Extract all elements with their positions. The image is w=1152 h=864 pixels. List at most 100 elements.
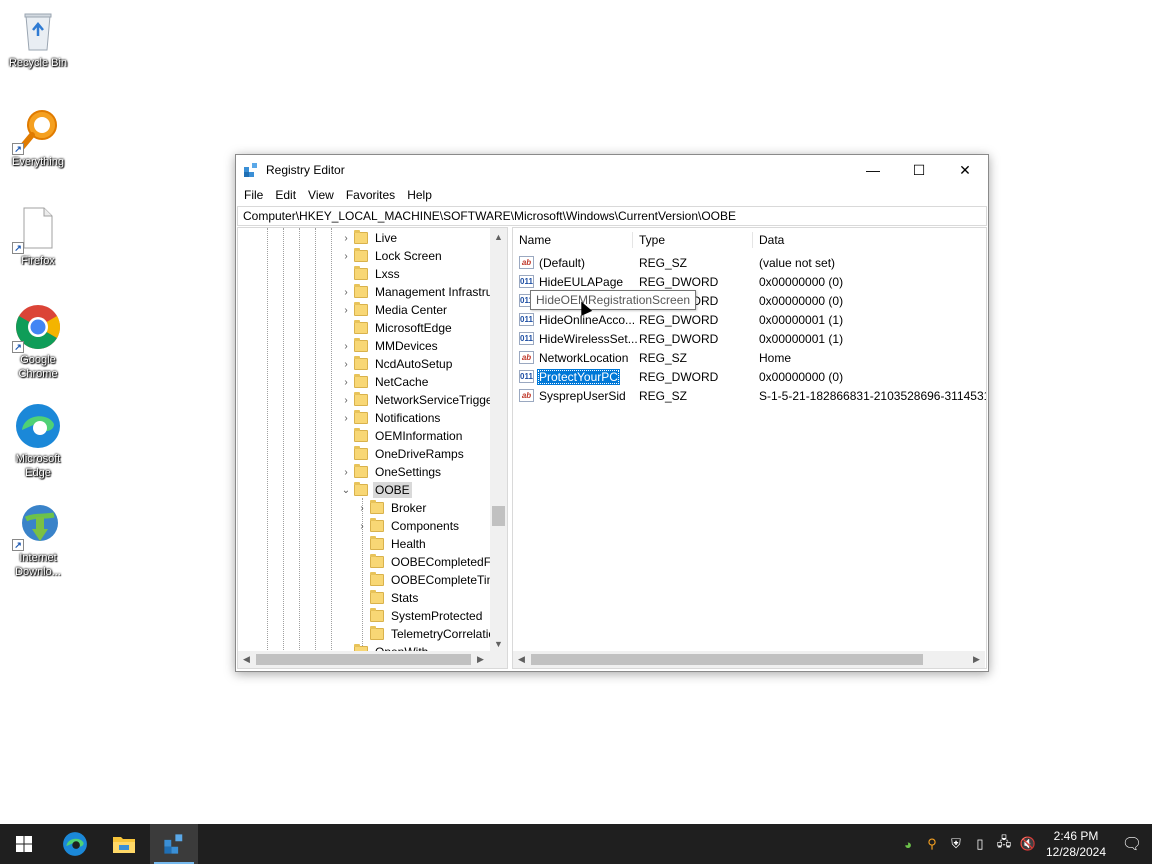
desktop-icon-microsoft-edge[interactable]: Microsoft Edge bbox=[4, 402, 72, 480]
tree-item[interactable]: › Notifications bbox=[340, 409, 442, 427]
title-bar[interactable]: Registry Editor — ☐ ✕ bbox=[236, 155, 988, 185]
chevron-right-icon[interactable]: › bbox=[340, 359, 352, 370]
value-data: (value not set) bbox=[759, 255, 836, 270]
chevron-right-icon[interactable]: › bbox=[340, 413, 352, 424]
tree-item[interactable]: Lxss bbox=[340, 265, 402, 283]
chevron-right-icon[interactable]: › bbox=[356, 503, 368, 514]
desktop-icon-label: Microsoft Edge bbox=[15, 453, 61, 479]
tree-item[interactable]: OOBECompletedFo bbox=[356, 553, 491, 571]
scroll-thumb[interactable] bbox=[492, 506, 505, 526]
tree-item[interactable]: TelemetryCorrelatio bbox=[356, 625, 491, 643]
chevron-right-icon[interactable]: › bbox=[340, 395, 352, 406]
chevron-right-icon[interactable]: › bbox=[340, 233, 352, 244]
column-header-label: Name bbox=[519, 233, 552, 247]
tree-item[interactable]: Health bbox=[356, 535, 428, 553]
tree-item[interactable]: › Components bbox=[356, 517, 461, 535]
tree-item[interactable]: › NetCache bbox=[340, 373, 430, 391]
usb-device-icon[interactable]: ▯ bbox=[968, 824, 992, 864]
desktop-icon-firefox[interactable]: ↗ Firefox bbox=[4, 204, 72, 268]
folder-icon bbox=[354, 248, 368, 262]
value-type: REG_DWORD bbox=[639, 369, 719, 384]
tree-item[interactable]: › OneSettings bbox=[340, 463, 443, 481]
tree-item-label: Health bbox=[391, 537, 426, 551]
string-value-icon: ab bbox=[519, 351, 534, 364]
everything-tray-icon[interactable]: ⚲ bbox=[920, 824, 944, 864]
tree-item[interactable]: › NetworkServiceTrigge bbox=[340, 391, 491, 409]
scroll-thumb[interactable] bbox=[531, 654, 923, 665]
value-row[interactable]: 011 ProtectYourPC REG_DWORD 0x00000000 (0) bbox=[513, 367, 985, 386]
desktop-icon-internet-download-manager[interactable]: ↗ Internet Downlo... bbox=[4, 501, 72, 579]
volume-muted-icon[interactable]: 🔇 bbox=[1016, 824, 1040, 864]
list-horizontal-scrollbar[interactable]: ◀ ▶ bbox=[513, 651, 985, 668]
edge-icon bbox=[14, 402, 62, 450]
start-button[interactable] bbox=[0, 824, 48, 864]
value-row[interactable]: 011 HideWirelessSet... REG_DWORD 0x00000001… bbox=[513, 329, 985, 348]
key-tree-pane[interactable]: › Live › Lock Screen Lxss › Management Infrast… bbox=[237, 227, 508, 669]
scroll-right-arrow-icon[interactable]: ▶ bbox=[968, 651, 985, 668]
value-row[interactable]: ab SysprepUserSid REG_SZ S-1-5-21-182866831… bbox=[513, 386, 986, 405]
menu-view[interactable]: View bbox=[302, 188, 340, 202]
chevron-right-icon[interactable]: › bbox=[340, 305, 352, 316]
address-bar[interactable]: Computer\HKEY_LOCAL_MACHINE\SOFTWARE\Mic… bbox=[237, 206, 987, 226]
notification-center-icon[interactable]: 🗨 bbox=[1112, 824, 1152, 864]
chevron-right-icon[interactable]: › bbox=[340, 377, 352, 388]
maximize-button[interactable]: ☐ bbox=[896, 155, 942, 185]
tree-item[interactable]: MicrosoftEdge bbox=[340, 319, 454, 337]
chevron-right-icon[interactable]: › bbox=[340, 341, 352, 352]
tree-item[interactable]: › Broker bbox=[356, 499, 428, 517]
tree-item[interactable]: ⌄ OOBE bbox=[340, 481, 412, 499]
menu-file[interactable]: File bbox=[238, 188, 269, 202]
value-row[interactable]: ab (Default) REG_SZ (value not set) bbox=[513, 253, 985, 272]
security-shield-icon[interactable]: ⛨ bbox=[944, 824, 968, 864]
tree-item[interactable]: OEMInformation bbox=[340, 427, 464, 445]
registry-editor-window[interactable]: Registry Editor — ☐ ✕ File Edit View Fav… bbox=[235, 154, 989, 672]
column-header-name[interactable]: Name bbox=[513, 228, 633, 252]
network-icon[interactable]: 🖧 bbox=[992, 824, 1016, 864]
scroll-left-arrow-icon[interactable]: ◀ bbox=[513, 651, 530, 668]
taskbar-registry-editor-button[interactable] bbox=[150, 824, 198, 864]
desktop-icon-recycle-bin[interactable]: Recycle Bin bbox=[4, 6, 72, 70]
tree-item[interactable]: › Media Center bbox=[340, 301, 449, 319]
tree-item[interactable]: › Lock Screen bbox=[340, 247, 444, 265]
tree-item[interactable]: › Live bbox=[340, 229, 399, 247]
idm-tray-icon[interactable]: ◕ bbox=[896, 824, 920, 864]
tree-horizontal-scrollbar[interactable]: ◀ ▶ bbox=[238, 651, 507, 668]
tree-item[interactable]: OOBECompleteTim bbox=[356, 571, 491, 589]
clock[interactable]: 2:46 PM 12/28/2024 bbox=[1040, 828, 1112, 860]
folder-icon bbox=[370, 608, 384, 622]
desktop-icon-google-chrome[interactable]: ↗ Google Chrome bbox=[4, 303, 72, 381]
tree-item[interactable]: Stats bbox=[356, 589, 420, 607]
chevron-right-icon[interactable]: › bbox=[356, 521, 368, 532]
scroll-up-arrow-icon[interactable]: ▲ bbox=[490, 228, 507, 245]
scroll-thumb[interactable] bbox=[256, 654, 471, 665]
chevron-right-icon[interactable]: › bbox=[340, 287, 352, 298]
scroll-down-arrow-icon[interactable]: ▼ bbox=[490, 635, 507, 652]
tree-item[interactable]: OneDriveRamps bbox=[340, 445, 466, 463]
tree-item[interactable]: › NcdAutoSetup bbox=[340, 355, 454, 373]
scroll-left-arrow-icon[interactable]: ◀ bbox=[238, 651, 255, 668]
tree-item-label: OOBE bbox=[373, 482, 412, 498]
taskbar-edge-button[interactable] bbox=[51, 824, 99, 864]
tree-item[interactable]: SystemProtected bbox=[356, 607, 484, 625]
close-button[interactable]: ✕ bbox=[942, 155, 988, 185]
value-row[interactable]: 011 HideEULAPage REG_DWORD 0x00000000 (0) bbox=[513, 272, 985, 291]
chevron-down-icon[interactable]: ⌄ bbox=[340, 485, 352, 496]
desktop-icon-everything[interactable]: ↗ Everything bbox=[4, 105, 72, 169]
taskbar-file-explorer-button[interactable] bbox=[100, 824, 148, 864]
file-explorer-icon bbox=[113, 837, 135, 853]
menu-help[interactable]: Help bbox=[401, 188, 438, 202]
column-header-type[interactable]: Type bbox=[633, 228, 753, 252]
menu-favorites[interactable]: Favorites bbox=[340, 188, 401, 202]
chevron-right-icon[interactable]: › bbox=[340, 251, 352, 262]
tree-item[interactable]: › Management Infrastru bbox=[340, 283, 491, 301]
tree-item[interactable]: › MMDevices bbox=[340, 337, 440, 355]
tree-vertical-scrollbar[interactable]: ▲ ▼ bbox=[490, 228, 507, 652]
minimize-button[interactable]: — bbox=[850, 155, 896, 185]
value-data: 0x00000000 (0) bbox=[759, 274, 844, 289]
column-header-data[interactable]: Data bbox=[753, 228, 985, 252]
tree-guide-line bbox=[283, 228, 284, 652]
chevron-right-icon[interactable]: › bbox=[340, 467, 352, 478]
scroll-right-arrow-icon[interactable]: ▶ bbox=[472, 651, 489, 668]
menu-edit[interactable]: Edit bbox=[269, 188, 302, 202]
value-row[interactable]: ab NetworkLocation REG_SZ Home bbox=[513, 348, 985, 367]
